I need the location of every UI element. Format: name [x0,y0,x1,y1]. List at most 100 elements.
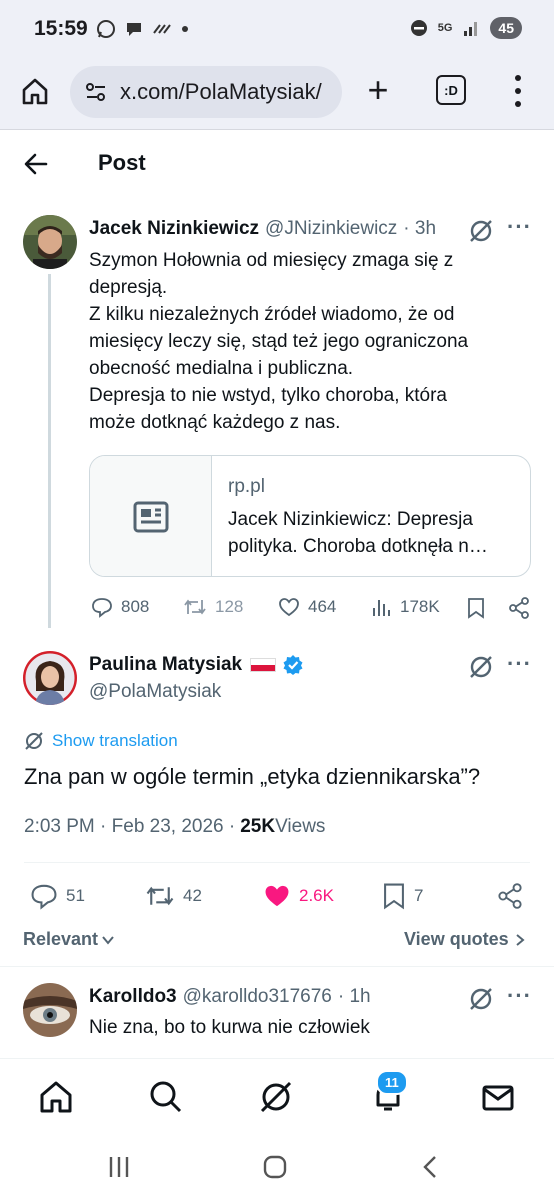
reply-text: Nie zna, bo to kurwa nie człowiek [89,1017,370,1038]
grok-icon[interactable] [468,654,494,680]
tab-switcher-button[interactable]: :D [436,75,466,105]
quoted-post-meta: Jacek Nizinkiewicz @JNizinkiewicz · 3h [89,218,436,240]
reply-button[interactable]: 51 [30,882,85,910]
text-line: Szymon Hołownia od miesięcy zmaga się z [89,250,454,271]
avatar-karolldo3[interactable] [23,983,77,1037]
more-options-icon[interactable]: ··· [507,651,532,677]
bookmark-count: 7 [414,886,424,905]
more-options-icon[interactable]: ··· [507,983,532,1009]
bookmark-button[interactable]: 7 [382,882,423,910]
repost-button[interactable]: 128 [183,596,243,618]
signal-slash-icon [153,24,171,34]
site-settings-icon[interactable] [84,80,108,104]
signal-icon [464,22,478,36]
repost-button[interactable]: 42 [145,882,202,910]
dnd-icon [410,20,427,36]
status-bar: 15:59 5G 45 [0,0,554,60]
views-button[interactable]: 178K [372,596,440,618]
divider [0,966,554,967]
post-timestamp-row: 2:03 PM · Feb 23, 2026 · 25K Views [24,816,325,838]
view-quotes-label: View quotes [404,929,509,949]
address-bar[interactable]: x.com/PolaMatysiak/ [70,66,342,118]
sort-dropdown[interactable]: Relevant [23,929,115,950]
whatsapp-icon [97,20,115,38]
views-count: 178K [400,597,440,616]
repost-icon [146,886,174,906]
like-button[interactable]: 2.6K [263,882,334,910]
show-translation-label: Show translation [52,731,178,750]
text-line: depresją. [89,277,168,298]
bookmark-icon[interactable] [467,597,485,619]
link-domain: rp.pl [228,476,265,497]
browser-toolbar: x.com/PolaMatysiak/ + :D [0,60,554,130]
browser-home-icon[interactable] [20,76,50,106]
heart-filled-icon [265,885,289,907]
chevron-down-icon [102,935,114,945]
like-count: 2.6K [299,886,334,905]
like-count: 464 [308,597,337,616]
author-handle[interactable]: @karolldo317676 [183,986,332,1008]
browser-menu-button[interactable] [508,75,528,107]
recent-apps-icon[interactable] [106,1154,132,1180]
status-notification-icons [96,19,190,39]
link-preview-card[interactable]: rp.pl Jacek Nizinkiewicz: Depresja polit… [89,455,531,577]
search-icon[interactable] [148,1079,184,1115]
author-handle[interactable]: @PolaMatysiak [89,681,221,703]
home-icon[interactable] [38,1079,74,1115]
status-system-icons: 5G 45 [410,17,522,39]
author-name[interactable]: Paulina Matysiak [89,654,242,676]
reply-icon [31,884,57,910]
avatar-jacek[interactable] [23,215,77,269]
main-post-author-row: Paulina Matysiak [89,654,304,676]
grok-icon[interactable] [468,218,494,244]
like-button[interactable]: 464 [278,596,336,618]
avatar-paulina[interactable] [23,651,77,705]
share-icon[interactable] [508,597,530,619]
system-navigation-bar [0,1138,554,1200]
thread-connector [48,274,51,628]
back-arrow-icon[interactable] [22,150,50,178]
grok-icon[interactable] [468,986,494,1012]
post-time[interactable]: · 3h [403,218,436,240]
text-line: miesięcy leczy się, stąd też jego ograni… [89,331,469,352]
more-options-icon[interactable]: ··· [507,214,532,240]
text-line: może dotknąć każdego z nas. [89,412,341,433]
verified-badge-icon[interactable] [282,654,304,676]
author-handle[interactable]: @JNizinkiewicz [265,218,397,240]
views-label: Views [275,816,326,837]
new-tab-button[interactable]: + [362,70,394,110]
post-timestamp[interactable]: 2:03 PM · Feb 23, 2026 · [24,816,235,838]
bottom-navigation: 11 [0,1058,554,1138]
avatar-image [23,215,77,269]
battery-indicator: 45 [490,17,522,39]
reply-meta: Karolldo3 @karolldo317676 · 1h [89,986,371,1008]
main-post-text: Zna pan w ogóle termin „etyka dziennikar… [24,764,481,789]
home-button-icon[interactable] [262,1154,288,1180]
text-line: obecność medialna i publiczna. [89,358,354,379]
poland-flag-icon [250,658,277,672]
grok-icon[interactable] [258,1079,294,1115]
repost-count: 42 [183,886,202,905]
chevron-right-icon [516,933,525,946]
reply-count: 51 [66,886,85,905]
show-translation-link[interactable]: Show translation [24,731,178,751]
text-line: Depresja to nie wstyd, tylko choroba, kt… [89,385,448,406]
reply-button[interactable]: 808 [91,596,149,618]
link-title: Jacek Nizinkiewicz: Depresja polityka. C… [228,509,488,557]
author-name[interactable]: Karolldo3 [89,986,177,1008]
views-icon [373,600,390,616]
view-quotes-link[interactable]: View quotes [404,929,527,950]
dot-icon [182,26,188,32]
messages-envelope-icon[interactable] [480,1079,516,1115]
quoted-post-text: Szymon Hołownia od miesięcy zmaga się z … [89,247,529,436]
share-icon[interactable] [497,882,523,910]
reply-icon [92,598,112,618]
reply-count: 808 [121,597,150,616]
repost-icon [184,599,206,615]
post-time[interactable]: · 1h [338,986,371,1008]
author-name[interactable]: Jacek Nizinkiewicz [89,218,259,240]
back-button-icon[interactable] [418,1154,444,1180]
chat-icon [127,23,141,36]
post-header: Post [0,130,554,196]
text-line: Z kilku niezależnych źródeł wiadomo, że … [89,304,455,325]
